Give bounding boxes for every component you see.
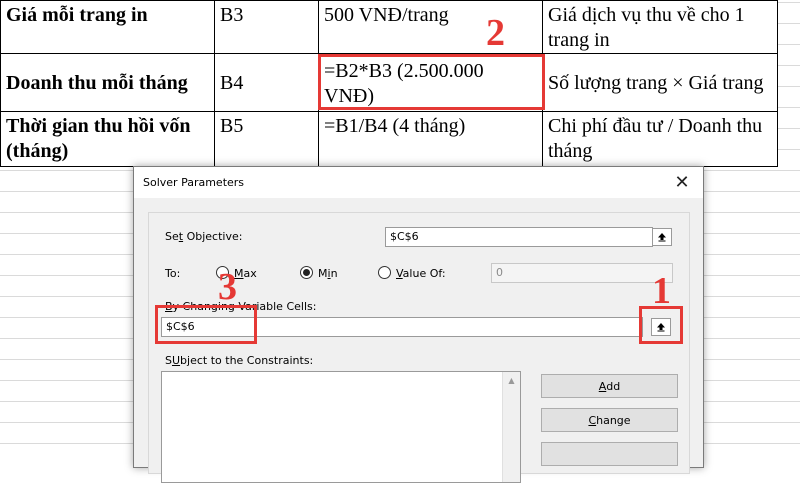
collapse-objective-button[interactable] bbox=[652, 228, 672, 246]
row-value: 500 VNĐ/trang bbox=[318, 0, 543, 54]
annotation-number-3: 3 bbox=[218, 266, 237, 308]
table-row: Thời gian thu hồi vốn (tháng) B5 =B1/B4 … bbox=[0, 111, 778, 167]
annotation-number-2: 2 bbox=[486, 12, 505, 54]
row-label: Doanh thu mỗi tháng bbox=[0, 53, 215, 112]
constraints-label: SUbject to the Constraints: bbox=[165, 354, 314, 367]
collapse-arrow-icon bbox=[658, 233, 666, 242]
row-cell-ref: B5 bbox=[214, 111, 319, 167]
scroll-up-icon[interactable]: ▲ bbox=[503, 372, 520, 389]
annotation-number-1: 1 bbox=[652, 270, 671, 312]
row-cell-ref: B4 bbox=[214, 53, 319, 112]
set-objective-input[interactable]: $C$6 bbox=[385, 227, 653, 247]
set-objective-label: Set Objective: bbox=[165, 230, 243, 243]
dialog-title: Solver Parameters bbox=[143, 176, 245, 189]
table-row: Giá mỗi trang in B3 500 VNĐ/trang Giá dị… bbox=[0, 0, 778, 54]
row-value: =B1/B4 (4 tháng) bbox=[318, 111, 543, 167]
highlight-box-formula bbox=[318, 54, 545, 110]
constraints-list[interactable]: ▲ bbox=[161, 371, 521, 483]
to-label: To: bbox=[165, 267, 181, 280]
close-icon[interactable]: ✕ bbox=[661, 167, 703, 198]
highlight-box-changing-cells bbox=[155, 305, 257, 344]
row-note: Chi phí đầu tư / Doanh thu tháng bbox=[542, 111, 778, 167]
row-note: Số lượng trang × Giá trang bbox=[542, 53, 778, 112]
value-of-radio[interactable] bbox=[378, 266, 391, 279]
change-constraint-button[interactable]: Change bbox=[541, 408, 678, 432]
constraints-scrollbar[interactable]: ▲ bbox=[502, 372, 520, 482]
row-cell-ref: B3 bbox=[214, 0, 319, 54]
value-of-input[interactable]: 0 bbox=[491, 263, 673, 283]
max-radio-label: Max bbox=[234, 267, 257, 280]
row-label: Thời gian thu hồi vốn (tháng) bbox=[0, 111, 215, 167]
delete-constraint-button[interactable] bbox=[541, 442, 678, 466]
min-radio[interactable] bbox=[300, 266, 313, 279]
add-constraint-button[interactable]: Add bbox=[541, 374, 678, 398]
min-radio-label: Min bbox=[318, 267, 338, 280]
value-of-label: Value Of: bbox=[396, 267, 446, 280]
row-note: Giá dịch vụ thu về cho 1 trang in bbox=[542, 0, 778, 54]
dialog-titlebar[interactable]: Solver Parameters ✕ bbox=[134, 167, 703, 198]
row-label: Giá mỗi trang in bbox=[0, 0, 215, 54]
